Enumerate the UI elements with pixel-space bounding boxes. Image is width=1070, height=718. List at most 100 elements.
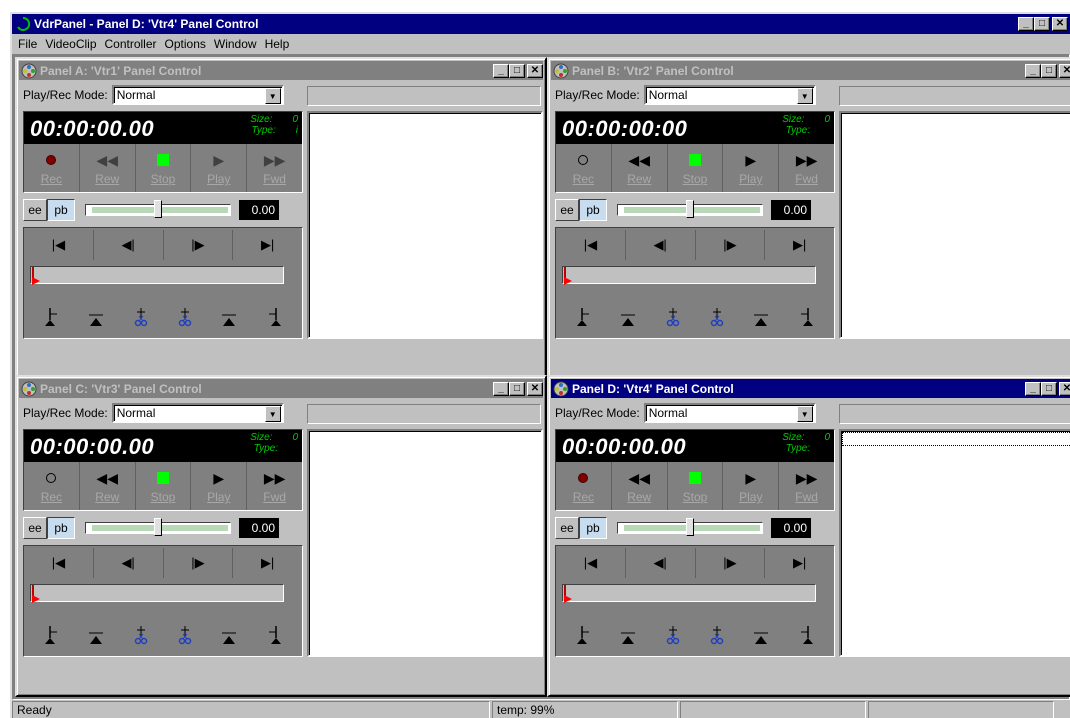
shuttle-slider[interactable] (85, 518, 231, 536)
shuttle-slider[interactable] (617, 200, 763, 218)
panel-close-button[interactable]: ✕ (1059, 63, 1070, 78)
position-bar[interactable] (30, 584, 284, 603)
step-back-button[interactable]: ◀| (94, 230, 164, 260)
rec-button[interactable]: Rec (556, 144, 612, 192)
cut-in-button[interactable] (129, 623, 153, 647)
goto-in-button[interactable] (616, 305, 640, 329)
fwd-button[interactable]: ▶▶ Fwd (779, 144, 834, 192)
go-to-end-button[interactable]: ▶| (765, 548, 834, 578)
fwd-button[interactable]: ▶▶ Fwd (779, 462, 834, 510)
panel-maximize-button[interactable]: □ (1041, 381, 1057, 396)
focused-list-item[interactable] (842, 432, 1070, 446)
goto-out-button[interactable] (217, 305, 241, 329)
panel-minimize-button[interactable]: _ (1025, 381, 1041, 396)
ee-button[interactable]: ee (555, 517, 579, 539)
position-marker[interactable] (31, 585, 41, 603)
cut-out-button[interactable] (173, 305, 197, 329)
fwd-button[interactable]: ▶▶ Fwd (247, 144, 302, 192)
goto-in-button[interactable] (84, 305, 108, 329)
rec-button[interactable]: Rec (24, 462, 80, 510)
panel-title-bar[interactable]: Panel B: 'Vtr2' Panel Control _ □ ✕ (551, 61, 1070, 80)
rec-button[interactable]: Rec (24, 144, 80, 192)
goto-in-button[interactable] (84, 623, 108, 647)
mode-select[interactable]: Normal ▼ (111, 403, 284, 423)
goto-in-button[interactable] (616, 623, 640, 647)
rew-button[interactable]: ◀◀ Rew (80, 144, 136, 192)
mark-out-button[interactable] (794, 305, 818, 329)
step-forward-button[interactable]: |▶ (164, 548, 234, 578)
mark-out-button[interactable] (262, 623, 286, 647)
cut-in-button[interactable] (661, 623, 685, 647)
chevron-down-icon[interactable]: ▼ (796, 88, 813, 104)
cut-out-button[interactable] (705, 305, 729, 329)
mark-in-button[interactable] (40, 623, 64, 647)
position-bar[interactable] (562, 584, 816, 603)
rew-button[interactable]: ◀◀ Rew (80, 462, 136, 510)
mark-in-button[interactable] (40, 305, 64, 329)
panel-close-button[interactable]: ✕ (527, 63, 543, 78)
rec-button[interactable]: Rec (556, 462, 612, 510)
chevron-down-icon[interactable]: ▼ (264, 406, 281, 422)
go-to-end-button[interactable]: ▶| (233, 230, 302, 260)
panel-title-bar[interactable]: Panel C: 'Vtr3' Panel Control _ □ ✕ (19, 379, 543, 398)
go-to-start-button[interactable]: |◀ (24, 230, 94, 260)
menu-videoclip[interactable]: VideoClip (41, 37, 100, 51)
slider-thumb[interactable] (686, 518, 694, 536)
play-button[interactable]: ▶ Play (723, 144, 780, 192)
mode-select[interactable]: Normal ▼ (643, 403, 816, 423)
pb-button[interactable]: pb (47, 199, 75, 221)
panel-close-button[interactable]: ✕ (1059, 381, 1070, 396)
panel-minimize-button[interactable]: _ (1025, 63, 1041, 78)
mark-out-button[interactable] (262, 305, 286, 329)
position-marker[interactable] (31, 267, 41, 285)
minimize-button[interactable]: _ (1018, 17, 1034, 31)
menu-help[interactable]: Help (261, 37, 294, 51)
shuttle-slider[interactable] (85, 200, 231, 218)
chevron-down-icon[interactable]: ▼ (796, 406, 813, 422)
mark-in-button[interactable] (572, 305, 596, 329)
cut-out-button[interactable] (173, 623, 197, 647)
step-forward-button[interactable]: |▶ (164, 230, 234, 260)
menu-controller[interactable]: Controller (101, 37, 161, 51)
cut-in-button[interactable] (129, 305, 153, 329)
slider-thumb[interactable] (154, 518, 162, 536)
pb-button[interactable]: pb (47, 517, 75, 539)
close-button[interactable]: ✕ (1052, 17, 1068, 31)
go-to-start-button[interactable]: |◀ (24, 548, 94, 578)
mode-select[interactable]: Normal ▼ (643, 85, 816, 105)
goto-out-button[interactable] (749, 305, 773, 329)
menu-window[interactable]: Window (210, 37, 261, 51)
shuttle-slider[interactable] (617, 518, 763, 536)
panel-maximize-button[interactable]: □ (509, 381, 525, 396)
step-back-button[interactable]: ◀| (626, 548, 696, 578)
position-marker[interactable] (563, 267, 573, 285)
panel-maximize-button[interactable]: □ (1041, 63, 1057, 78)
rew-button[interactable]: ◀◀ Rew (612, 144, 668, 192)
rew-button[interactable]: ◀◀ Rew (612, 462, 668, 510)
stop-button[interactable]: Stop (136, 462, 192, 510)
play-button[interactable]: ▶ Play (723, 462, 780, 510)
ee-button[interactable]: ee (23, 517, 47, 539)
play-button[interactable]: ▶ Play (191, 462, 248, 510)
pb-button[interactable]: pb (579, 517, 607, 539)
step-back-button[interactable]: ◀| (94, 548, 164, 578)
pb-button[interactable]: pb (579, 199, 607, 221)
clip-list[interactable] (307, 111, 543, 339)
slider-thumb[interactable] (686, 200, 694, 218)
cut-in-button[interactable] (661, 305, 685, 329)
play-button[interactable]: ▶ Play (191, 144, 248, 192)
position-marker[interactable] (563, 585, 573, 603)
ee-button[interactable]: ee (23, 199, 47, 221)
go-to-start-button[interactable]: |◀ (556, 548, 626, 578)
go-to-start-button[interactable]: |◀ (556, 230, 626, 260)
step-forward-button[interactable]: |▶ (696, 548, 766, 578)
menu-file[interactable]: File (14, 37, 41, 51)
stop-button[interactable]: Stop (136, 144, 192, 192)
cut-out-button[interactable] (705, 623, 729, 647)
position-bar[interactable] (30, 266, 284, 285)
fwd-button[interactable]: ▶▶ Fwd (247, 462, 302, 510)
panel-title-bar[interactable]: Panel A: 'Vtr1' Panel Control _ □ ✕ (19, 61, 543, 80)
clip-list[interactable] (307, 429, 543, 657)
panel-close-button[interactable]: ✕ (527, 381, 543, 396)
mark-out-button[interactable] (794, 623, 818, 647)
